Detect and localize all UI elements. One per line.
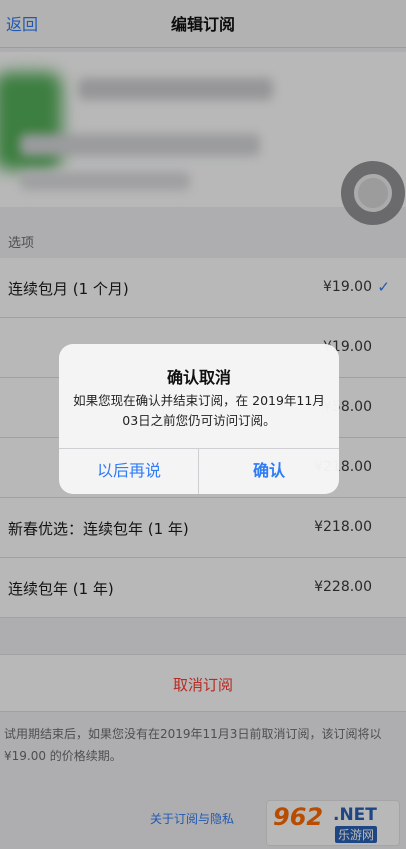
edit-subscription-screen: 返回 编辑订阅 选项 连续包月 (1 个月) ¥19.00 ✓ ¥19.00 ¥… (0, 0, 406, 849)
confirm-cancel-alert: 确认取消 如果您现在确认并结束订阅，在 2019年11月03日之前您仍可访问订阅… (59, 344, 339, 494)
later-button[interactable]: 以后再说 (59, 448, 199, 494)
alert-message: 如果您现在确认并结束订阅，在 2019年11月03日之前您仍可访问订阅。 (73, 393, 325, 428)
alert-title: 确认取消 (166, 368, 231, 387)
confirm-button[interactable]: 确认 (199, 448, 339, 494)
